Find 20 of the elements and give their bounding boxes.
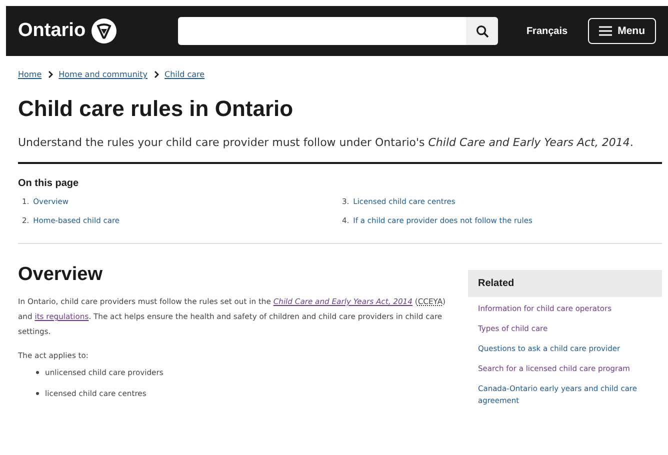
chevron-icon (48, 71, 53, 78)
search-field[interactable] (178, 17, 466, 45)
bullet-icon (36, 392, 39, 395)
intro-text: Understand the rules your child care provider must follow under Ontario's Child Care and Early Years Act, 2014. (18, 136, 634, 149)
trillium-icon (90, 18, 117, 44)
site-logo-text[interactable]: Ontario (18, 20, 86, 42)
menu-button[interactable]: Menu (588, 18, 656, 44)
search-icon (476, 24, 489, 38)
bullet-icon (36, 371, 39, 374)
page-title: Child care rules in Ontario (18, 96, 294, 122)
language-link[interactable]: Français (526, 26, 568, 36)
search-button[interactable] (466, 17, 498, 45)
chevron-icon (154, 71, 158, 78)
section-heading: Overview (18, 264, 104, 286)
menu-icon (598, 26, 612, 36)
related-heading: Related (468, 270, 662, 297)
on-this-page-heading: On this page (18, 178, 80, 189)
breadcrumb-link[interactable]: Child care (164, 70, 205, 79)
breadcrumb-link[interactable]: Home and community (58, 70, 148, 79)
breadcrumb-link[interactable]: Home (18, 70, 42, 79)
